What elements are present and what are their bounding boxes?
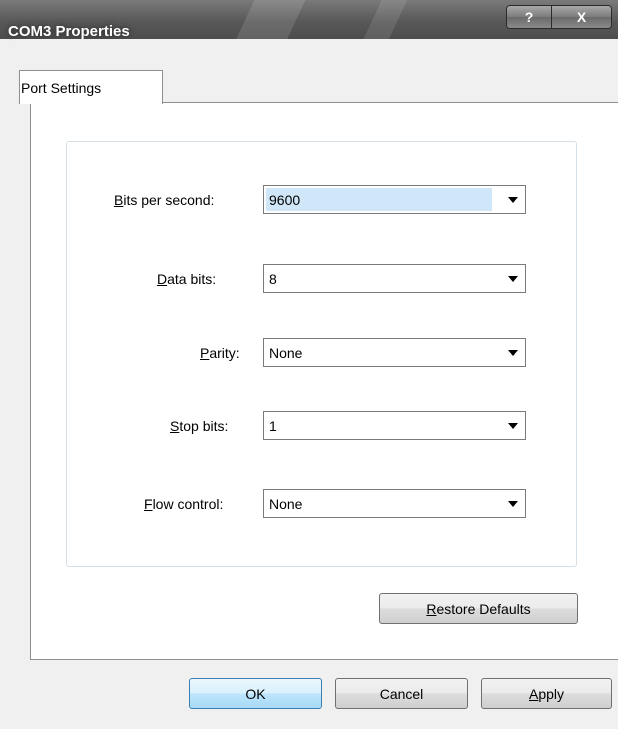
- caption-buttons: ? X: [506, 5, 612, 29]
- chevron-down-icon[interactable]: [505, 345, 521, 361]
- apply-button[interactable]: Apply: [481, 678, 612, 709]
- data-bits-value: 8: [269, 271, 277, 287]
- close-icon: X: [576, 9, 587, 25]
- tab-port-settings-label: Port Settings: [21, 80, 102, 96]
- flow-control-select[interactable]: None: [263, 489, 526, 518]
- bits-per-second-value: 9600: [269, 192, 301, 208]
- bits-per-second-label: Bits per second:: [114, 192, 215, 208]
- window-title: COM3 Properties: [8, 23, 130, 40]
- chevron-down-icon[interactable]: [505, 192, 521, 208]
- properties-dialog: COM3 Properties ? X Port Settings Bits p…: [0, 0, 618, 729]
- restore-defaults-button[interactable]: Restore Defaults: [379, 593, 578, 624]
- close-button[interactable]: X: [552, 6, 611, 28]
- parity-select[interactable]: None: [263, 338, 526, 367]
- stop-bits-label: Stop bits:: [170, 418, 229, 434]
- chevron-down-icon[interactable]: [505, 496, 521, 512]
- help-button[interactable]: ?: [507, 6, 552, 28]
- cancel-button[interactable]: Cancel: [335, 678, 468, 709]
- parity-value: None: [269, 345, 303, 361]
- bits-per-second-select[interactable]: 9600: [263, 185, 526, 214]
- restore-defaults-label: Restore Defaults: [426, 600, 531, 617]
- ok-button[interactable]: OK: [189, 678, 322, 709]
- data-bits-select[interactable]: 8: [263, 264, 526, 293]
- apply-label: Apply: [528, 685, 565, 702]
- chevron-down-icon[interactable]: [505, 418, 521, 434]
- stop-bits-value: 1: [269, 418, 277, 434]
- title-bar[interactable]: COM3 Properties ? X: [0, 0, 618, 40]
- ok-label: OK: [245, 685, 266, 702]
- help-icon: ?: [524, 9, 534, 25]
- chevron-down-icon[interactable]: [505, 271, 521, 287]
- flow-control-label: Flow control:: [144, 496, 224, 512]
- parity-label: Parity:: [200, 345, 240, 361]
- flow-control-value: None: [269, 496, 303, 512]
- stop-bits-select[interactable]: 1: [263, 411, 526, 440]
- data-bits-label: Data bits:: [157, 271, 217, 287]
- cancel-label: Cancel: [379, 685, 424, 702]
